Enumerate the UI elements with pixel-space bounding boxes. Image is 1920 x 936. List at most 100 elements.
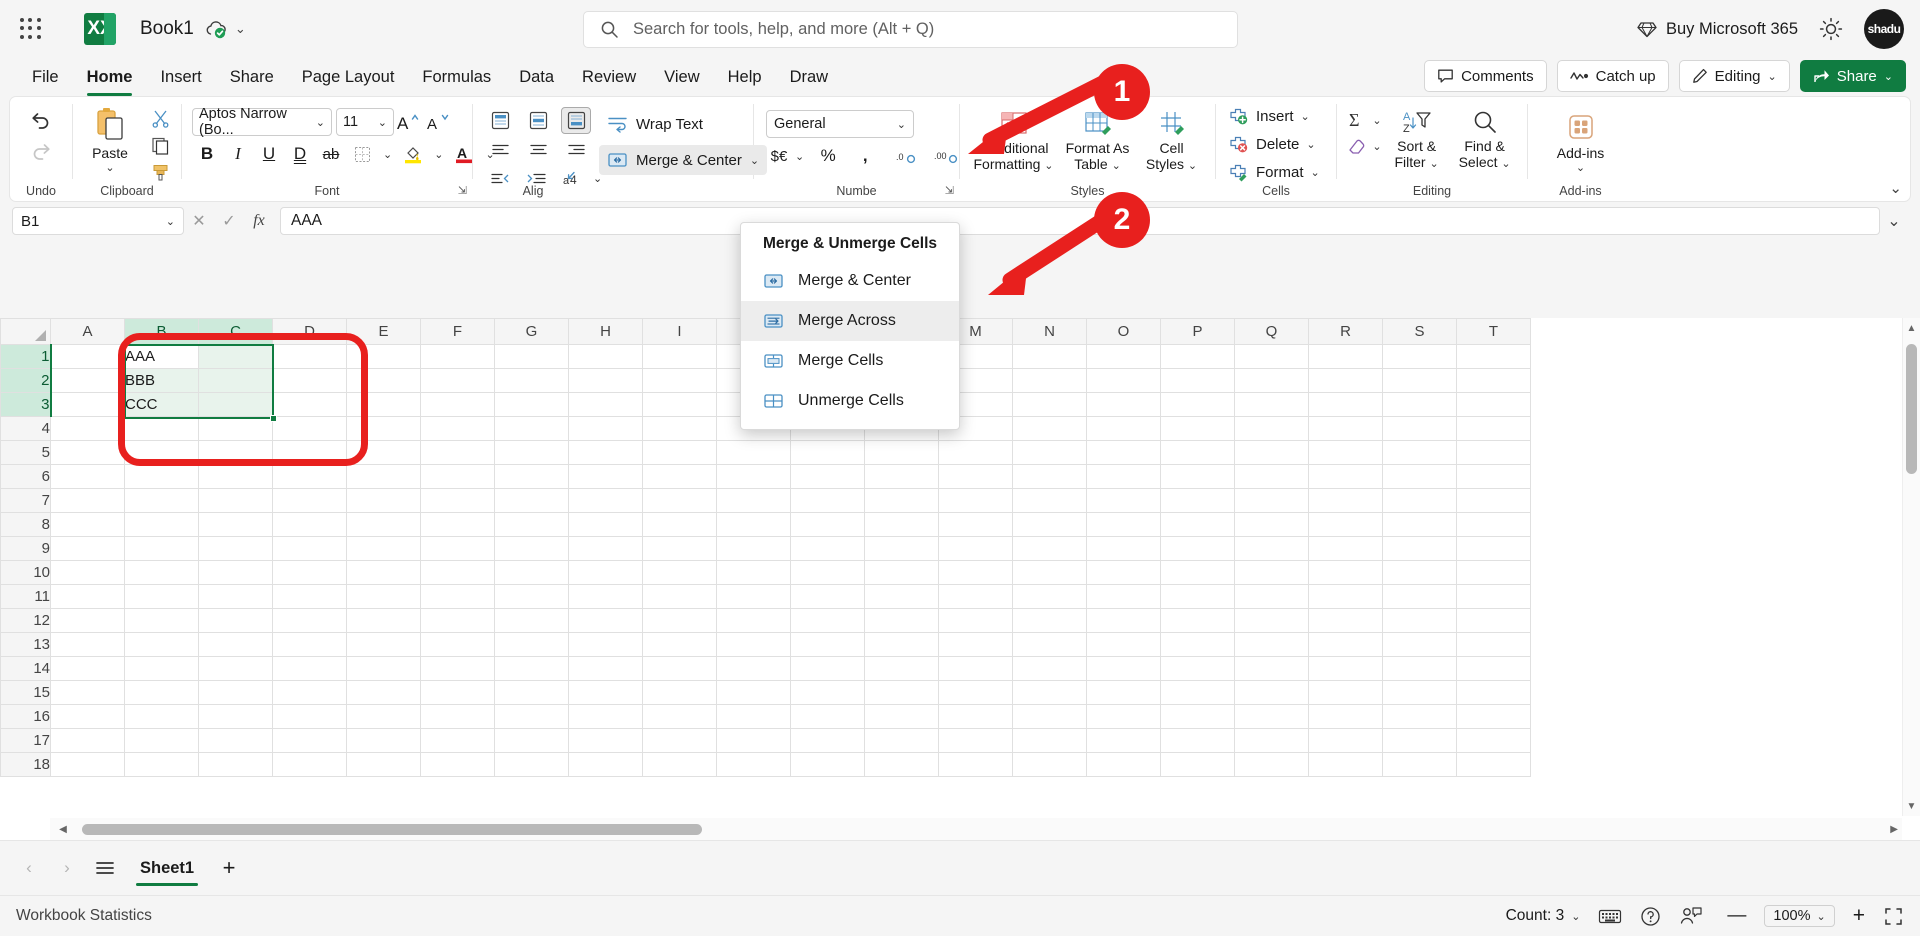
cell-K6[interactable] — [791, 465, 865, 489]
tab-view[interactable]: View — [650, 68, 713, 96]
cell-P5[interactable] — [1161, 441, 1235, 465]
cell-C2[interactable] — [199, 369, 273, 393]
cell-T16[interactable] — [1457, 705, 1531, 729]
scroll-right-arrow-icon[interactable]: ▶ — [1890, 824, 1898, 835]
cell-I6[interactable] — [643, 465, 717, 489]
cell-C15[interactable] — [199, 681, 273, 705]
select-all-corner[interactable] — [1, 319, 51, 345]
decrease-font-size-button[interactable]: A — [424, 107, 454, 137]
cell-F1[interactable] — [421, 345, 495, 369]
cell-N15[interactable] — [1013, 681, 1087, 705]
cell-I3[interactable] — [643, 393, 717, 417]
cell-B4[interactable] — [125, 417, 199, 441]
row-header-14[interactable]: 14 — [1, 657, 51, 681]
count-status[interactable]: Count: 3 ⌄ — [1506, 907, 1581, 925]
cell-L15[interactable] — [865, 681, 939, 705]
fill-color-chevron-down-icon[interactable]: ⌄ — [429, 148, 448, 161]
clear-button[interactable]: ⌄ — [1346, 136, 1381, 156]
row-header-2[interactable]: 2 — [1, 369, 51, 393]
cell-Q18[interactable] — [1235, 753, 1309, 777]
cell-H5[interactable] — [569, 441, 643, 465]
cell-A12[interactable] — [51, 609, 125, 633]
fill-color-button[interactable] — [398, 139, 428, 169]
expand-formula-bar-chevron-icon[interactable]: ⌄ — [1880, 207, 1908, 235]
unmerge-cells-menu-item[interactable]: Unmerge Cells — [741, 381, 959, 421]
cell-O9[interactable] — [1087, 537, 1161, 561]
cell-P14[interactable] — [1161, 657, 1235, 681]
catch-up-button[interactable]: Catch up — [1557, 60, 1669, 92]
cell-B6[interactable] — [125, 465, 199, 489]
col-header-G[interactable]: G — [495, 319, 569, 345]
cell-E7[interactable] — [347, 489, 421, 513]
cell-I11[interactable] — [643, 585, 717, 609]
cell-C11[interactable] — [199, 585, 273, 609]
undo-button[interactable] — [22, 105, 60, 135]
cell-R15[interactable] — [1309, 681, 1383, 705]
col-header-Q[interactable]: Q — [1235, 319, 1309, 345]
cell-G17[interactable] — [495, 729, 569, 753]
cell-I16[interactable] — [643, 705, 717, 729]
cell-L9[interactable] — [865, 537, 939, 561]
feedback-button[interactable] — [1679, 906, 1703, 926]
cell-I4[interactable] — [643, 417, 717, 441]
cell-P3[interactable] — [1161, 393, 1235, 417]
col-header-N[interactable]: N — [1013, 319, 1087, 345]
cell-C3[interactable] — [199, 393, 273, 417]
buy-microsoft-365-button[interactable]: Buy Microsoft 365 — [1637, 20, 1798, 39]
cell-H12[interactable] — [569, 609, 643, 633]
cell-F17[interactable] — [421, 729, 495, 753]
cell-K5[interactable] — [791, 441, 865, 465]
col-header-C[interactable]: C — [199, 319, 273, 345]
font-dialog-launcher[interactable]: ⇲ — [458, 184, 467, 197]
cell-J5[interactable] — [717, 441, 791, 465]
cell-B9[interactable] — [125, 537, 199, 561]
app-launcher-icon[interactable] — [18, 16, 44, 42]
cell-J16[interactable] — [717, 705, 791, 729]
cell-S14[interactable] — [1383, 657, 1457, 681]
cell-N9[interactable] — [1013, 537, 1087, 561]
tab-file[interactable]: File — [18, 68, 73, 96]
cell-P9[interactable] — [1161, 537, 1235, 561]
cell-G18[interactable] — [495, 753, 569, 777]
cell-D11[interactable] — [273, 585, 347, 609]
row-header-8[interactable]: 8 — [1, 513, 51, 537]
cell-M18[interactable] — [939, 753, 1013, 777]
scroll-left-arrow-icon[interactable]: ◀ — [50, 824, 76, 835]
cell-R9[interactable] — [1309, 537, 1383, 561]
cell-G3[interactable] — [495, 393, 569, 417]
cell-L12[interactable] — [865, 609, 939, 633]
row-header-6[interactable]: 6 — [1, 465, 51, 489]
row-header-3[interactable]: 3 — [1, 393, 51, 417]
user-avatar[interactable]: shadu — [1864, 9, 1904, 49]
cell-T1[interactable] — [1457, 345, 1531, 369]
cell-T12[interactable] — [1457, 609, 1531, 633]
redo-button[interactable] — [22, 136, 60, 166]
cell-I5[interactable] — [643, 441, 717, 465]
cell-Q16[interactable] — [1235, 705, 1309, 729]
cell-B18[interactable] — [125, 753, 199, 777]
paste-chevron-down-icon[interactable]: ⌄ — [105, 161, 114, 174]
align-right-button[interactable] — [561, 136, 591, 163]
cell-Q5[interactable] — [1235, 441, 1309, 465]
cell-B10[interactable] — [125, 561, 199, 585]
cell-M11[interactable] — [939, 585, 1013, 609]
cell-E16[interactable] — [347, 705, 421, 729]
row-header-4[interactable]: 4 — [1, 417, 51, 441]
cell-T4[interactable] — [1457, 417, 1531, 441]
cell-A5[interactable] — [51, 441, 125, 465]
cell-R8[interactable] — [1309, 513, 1383, 537]
cell-H9[interactable] — [569, 537, 643, 561]
cell-G7[interactable] — [495, 489, 569, 513]
cell-R5[interactable] — [1309, 441, 1383, 465]
zoom-out-button[interactable]: — — [1727, 905, 1746, 927]
cell-E3[interactable] — [347, 393, 421, 417]
cell-O11[interactable] — [1087, 585, 1161, 609]
previous-sheet-arrow-icon[interactable]: ‹ — [12, 851, 46, 885]
cell-S10[interactable] — [1383, 561, 1457, 585]
full-screen-button[interactable] — [1883, 906, 1904, 927]
bold-button[interactable]: B — [192, 139, 222, 169]
cell-T3[interactable] — [1457, 393, 1531, 417]
cell-I1[interactable] — [643, 345, 717, 369]
cell-F18[interactable] — [421, 753, 495, 777]
cell-E11[interactable] — [347, 585, 421, 609]
